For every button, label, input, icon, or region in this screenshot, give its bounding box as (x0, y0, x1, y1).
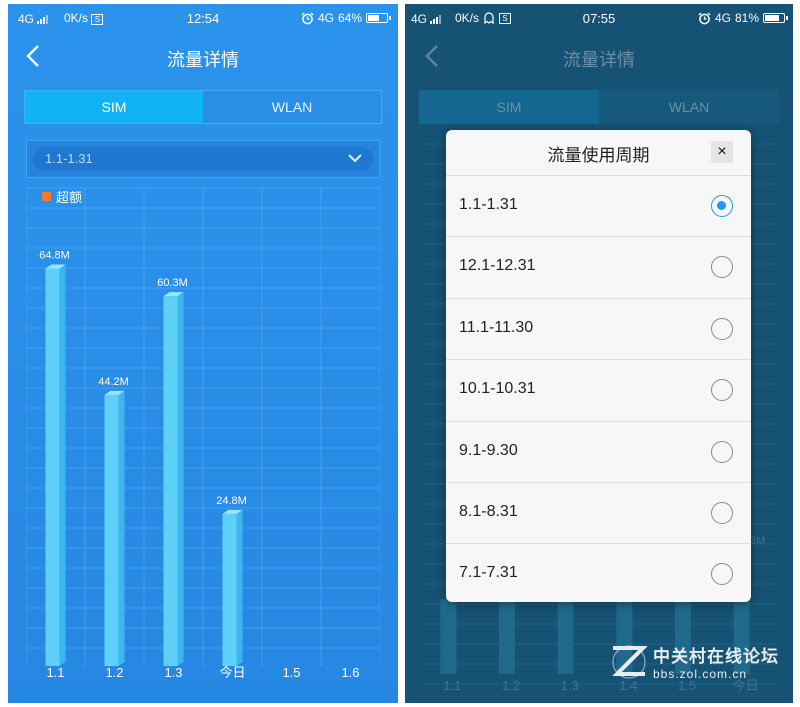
battery-icon (763, 13, 788, 23)
nav-bar: 流量详情 (8, 32, 398, 80)
tab-wlan[interactable]: WLAN (203, 91, 381, 123)
x-tick-label: 1.6 (341, 665, 359, 678)
bar-value-label: 44.2M (98, 376, 129, 388)
period-dropdown[interactable]: 1.1-1.31 (33, 147, 373, 171)
watermark-url: bbs.zol.com.cn (653, 667, 748, 681)
bar-value-label: 64.8M (39, 250, 70, 262)
net-type-label: 4G (714, 11, 731, 25)
option-label: 7.1-7.31 (459, 564, 518, 582)
chevron-down-icon (348, 154, 362, 163)
period-option[interactable]: 9.1-9.30 (446, 422, 751, 483)
radio-selected-icon[interactable] (711, 195, 733, 217)
bar (45, 268, 60, 666)
option-label: 9.1-9.30 (459, 441, 518, 459)
period-option[interactable]: 8.1-8.31 (446, 483, 751, 545)
period-option[interactable]: 11.1-11.30 (446, 299, 751, 361)
radio-icon[interactable] (711, 379, 733, 402)
bar-side (177, 292, 184, 666)
page-title: 流量详情 (563, 50, 635, 70)
bar-side (118, 390, 125, 666)
x-tick-label: 今日 (219, 665, 245, 678)
dialog-header: 流量使用周期 × (446, 130, 751, 176)
period-option[interactable]: 1.1-1.31 (446, 176, 751, 238)
bar-side (59, 264, 66, 666)
page-title: 流量详情 (167, 50, 239, 70)
zol-logo-icon (612, 644, 648, 679)
bar-side (236, 509, 243, 666)
alarm-icon (698, 11, 711, 24)
chart-grid (26, 187, 380, 666)
status-right: 4G 64% (301, 11, 391, 25)
option-label: 11.1-11.30 (459, 318, 534, 336)
bar (163, 296, 178, 666)
dialog-title: 流量使用周期 (547, 146, 650, 165)
status-bar: 4G 0K/s S 07:55 4G 81% (405, 4, 793, 32)
radio-icon[interactable] (711, 440, 733, 463)
x-tick-label: 1.3 (561, 678, 579, 693)
x-tick-label: 1.2 (502, 678, 520, 693)
radio-icon[interactable] (711, 563, 733, 586)
battery-label: 64% (337, 11, 362, 25)
bar (104, 394, 119, 666)
battery-label: 81% (734, 11, 759, 25)
tab-bar: SIM WLAN (24, 90, 382, 124)
tab-sim[interactable]: SIM (419, 90, 599, 124)
radio-icon[interactable] (711, 501, 733, 524)
x-tick-label: 1.1 (443, 678, 461, 693)
right-phone-screen: 1.1 1.2 1.3 1.4 1.5 今日 3M 4G 0K/s S 07:55 4G 8… (405, 4, 793, 703)
chart-canvas: 64.8M 1.1 44.2M 1.2 60.3M 1.3 24.8M 今日 1.5 1.6 (26, 187, 380, 678)
period-option[interactable]: 12.1-12.31 (446, 237, 751, 299)
x-tick-label: 1.1 (46, 665, 64, 678)
x-tick-label: 1.3 (164, 665, 182, 678)
status-right: 4G 81% (698, 11, 788, 25)
period-panel: 1.1-1.31 (26, 140, 380, 178)
chart-legend: 超额 (42, 187, 82, 206)
dim-bar (499, 599, 515, 674)
option-label: 10.1-10.31 (459, 380, 536, 398)
radio-icon[interactable] (711, 317, 733, 340)
battery-icon (366, 13, 391, 23)
radio-icon[interactable] (711, 256, 733, 279)
legend-label: 超额 (56, 190, 83, 205)
x-tick-label: 1.5 (282, 665, 300, 678)
status-bar: 4G 0K/s S 12:54 4G 64% (8, 4, 398, 32)
period-picker-dialog: 流量使用周期 × 1.1-1.31 12.1-12.31 11.1-11.30 … (446, 130, 751, 602)
tab-wlan[interactable]: WLAN (599, 90, 779, 124)
legend-swatch (42, 192, 51, 201)
dim-bar (440, 599, 457, 674)
alarm-icon (301, 11, 314, 24)
left-phone-screen: 4G 0K/s S 12:54 4G 64% 流量详情 SIM WLAN 1.1… (8, 4, 398, 703)
option-label: 8.1-8.31 (459, 502, 518, 520)
bar (222, 513, 237, 666)
option-label: 12.1-12.31 (459, 257, 536, 275)
x-tick-label: 1.2 (105, 665, 123, 678)
dim-value-label: 3M (750, 535, 765, 547)
period-option[interactable]: 10.1-10.31 (446, 360, 751, 422)
net-type-label: 4G (317, 11, 334, 25)
option-label: 1.1-1.31 (459, 196, 518, 213)
close-button[interactable]: × (711, 141, 733, 163)
bar-value-label: 24.8M (216, 495, 247, 507)
period-option[interactable]: 7.1-7.31 (446, 544, 751, 602)
bar-value-label: 60.3M (157, 277, 188, 289)
period-value: 1.1-1.31 (45, 151, 93, 166)
watermark-text: 中关村在线论坛 bbs.zol.com.cn (653, 642, 779, 681)
tab-sim[interactable]: SIM (25, 91, 203, 123)
watermark: 中关村在线论坛 bbs.zol.com.cn (609, 642, 779, 681)
usage-bar-chart: 64.8M 1.1 44.2M 1.2 60.3M 1.3 24.8M 今日 1.5 1.6 (26, 178, 380, 678)
dim-bar (557, 599, 574, 674)
tab-bar: SIM WLAN (419, 90, 779, 124)
watermark-name: 中关村在线论坛 (653, 647, 779, 666)
